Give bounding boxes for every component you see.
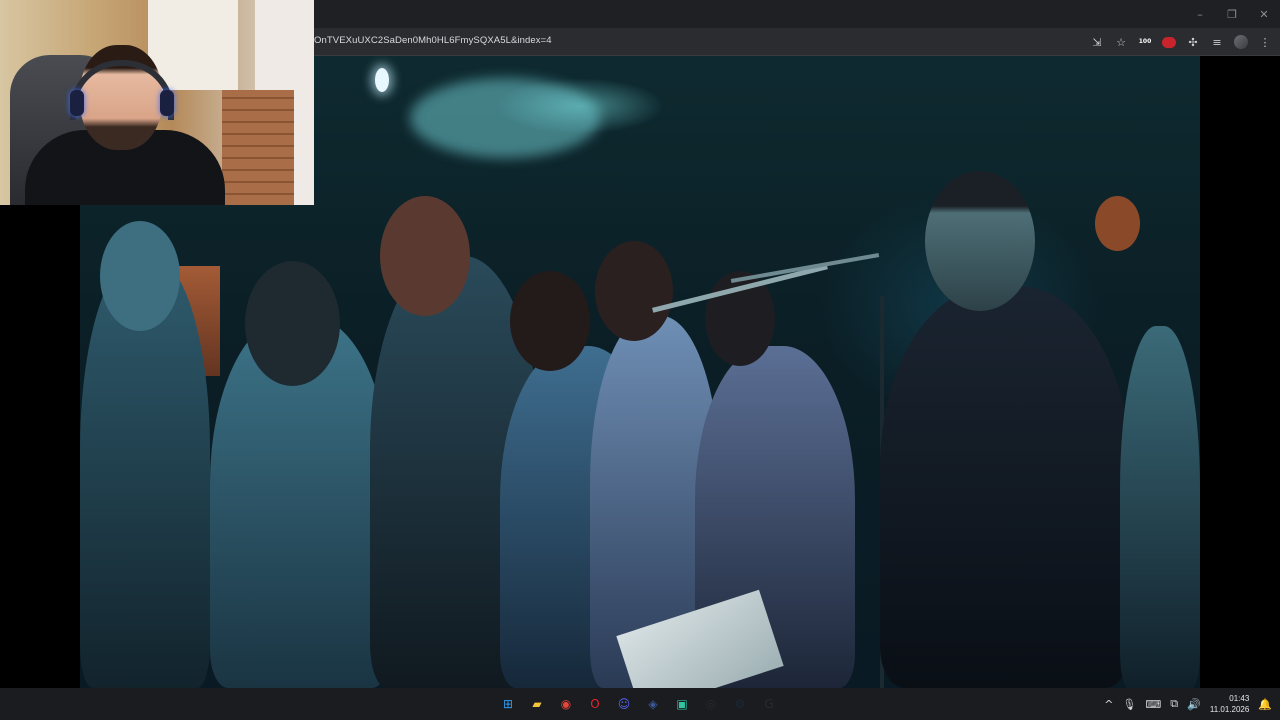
toolbar-icons: ⇲ ☆ 100 ✣ ≡ ⋮ — [1088, 31, 1274, 53]
cello-scroll — [1095, 196, 1140, 251]
taskbar-app-file-explorer[interactable]: ▰ — [525, 692, 549, 716]
profile-avatar[interactable] — [1232, 33, 1250, 51]
close-button[interactable]: ✕ — [1248, 0, 1280, 28]
taskbar: ⊞ ▰ ◉ O ☺ ◈ ▣ ◎ ⚙ G ^ 🎙 ⌨ ⧉ 🔊 01:43 11.01.2026 🔔 — [0, 688, 1280, 720]
network-icon[interactable]: ⧉ — [1170, 697, 1178, 711]
browser-toolbar: OnTVEXuUXC2SaDen0Mh0HL6FmySQXA5L&index=4… — [314, 28, 1280, 56]
taskbar-app-chrome[interactable]: ◉ — [554, 692, 578, 716]
microphone-stand — [730, 253, 880, 283]
background-brick-wall — [222, 90, 294, 205]
folder-icon: ▰ — [532, 697, 542, 711]
musician — [1120, 326, 1200, 688]
kebab-menu-icon[interactable]: ⋮ — [1256, 33, 1274, 51]
restore-button[interactable]: ❐ — [1216, 0, 1248, 28]
conductor — [880, 286, 1130, 688]
chevron-up-icon[interactable]: ^ — [1104, 698, 1113, 711]
clock[interactable]: 01:43 11.01.2026 — [1210, 693, 1249, 715]
star-icon[interactable]: ☆ — [1112, 33, 1130, 51]
desktop: – ❐ ✕ OnTVEXuUXC2SaDen0Mh0HL6FmySQXA5L&i… — [0, 0, 1280, 720]
clock-time: 01:43 — [1229, 694, 1250, 703]
microphone-icon[interactable]: 🎙 — [1122, 698, 1136, 711]
red-extension-shape — [1162, 36, 1176, 48]
headset-earcup-right — [160, 90, 174, 116]
notification-icon[interactable]: 🔔 — [1258, 698, 1272, 711]
discord-icon: ☺ — [617, 697, 631, 711]
taskbar-app-opera[interactable]: O — [583, 692, 607, 716]
streamlabs-icon: ▣ — [676, 697, 688, 711]
headset-earcup-left — [70, 90, 84, 116]
singer-head — [510, 271, 590, 371]
singer-head — [245, 261, 340, 386]
stage-smoke — [410, 78, 600, 158]
g-icon: G — [764, 697, 774, 711]
chrome-icon: ◉ — [560, 697, 572, 711]
puzzle-icon[interactable]: ✣ — [1184, 33, 1202, 51]
windows-icon: ⊞ — [502, 697, 514, 711]
webcam-overlay — [0, 0, 314, 205]
opera-icon: O — [590, 697, 600, 711]
avatar — [1234, 35, 1248, 49]
red-extension-icon[interactable] — [1160, 33, 1178, 51]
singer-head — [380, 196, 470, 316]
system-tray: ^ 🎙 ⌨ ⧉ 🔊 01:43 11.01.2026 🔔 — [1104, 690, 1272, 718]
install-app-icon[interactable]: ⇲ — [1088, 33, 1106, 51]
clock-date: 11.01.2026 — [1209, 705, 1250, 714]
taskbar-app-obs[interactable]: ◎ — [699, 692, 723, 716]
minimize-button[interactable]: – — [1184, 0, 1216, 28]
taskbar-app-start[interactable]: ⊞ — [496, 692, 520, 716]
singer-head — [595, 241, 673, 341]
steam-icon: ⚙ — [734, 697, 746, 711]
browser-titlebar: – ❐ ✕ — [314, 0, 1280, 28]
singer-head — [100, 221, 180, 331]
taskbar-app-streamlabs[interactable]: ▣ — [670, 692, 694, 716]
cube-icon: ◈ — [648, 697, 658, 711]
taskbar-app-g-hub[interactable]: G — [757, 692, 781, 716]
keyboard-icon[interactable]: ⌨ — [1145, 698, 1161, 711]
volume-icon[interactable]: 🔊 — [1187, 698, 1201, 711]
media-control-icon[interactable]: ≡ — [1208, 33, 1226, 51]
taskbar-app-steam[interactable]: ⚙ — [728, 692, 752, 716]
extension-badge-count: 100 — [1138, 38, 1152, 45]
address-bar-url[interactable]: OnTVEXuUXC2SaDen0Mh0HL6FmySQXA5L&index=4 — [314, 35, 552, 46]
obs-icon: ◎ — [705, 697, 717, 711]
window-controls: – ❐ ✕ — [1184, 0, 1280, 28]
extension-badge-icon[interactable]: 100 — [1136, 33, 1154, 51]
taskbar-app-discord[interactable]: ☺ — [612, 692, 636, 716]
stage-spotlight — [375, 68, 389, 92]
taskbar-app-app-cube[interactable]: ◈ — [641, 692, 665, 716]
taskbar-apps: ⊞ ▰ ◉ O ☺ ◈ ▣ ◎ ⚙ G — [496, 692, 781, 716]
conductor-head — [925, 171, 1035, 311]
